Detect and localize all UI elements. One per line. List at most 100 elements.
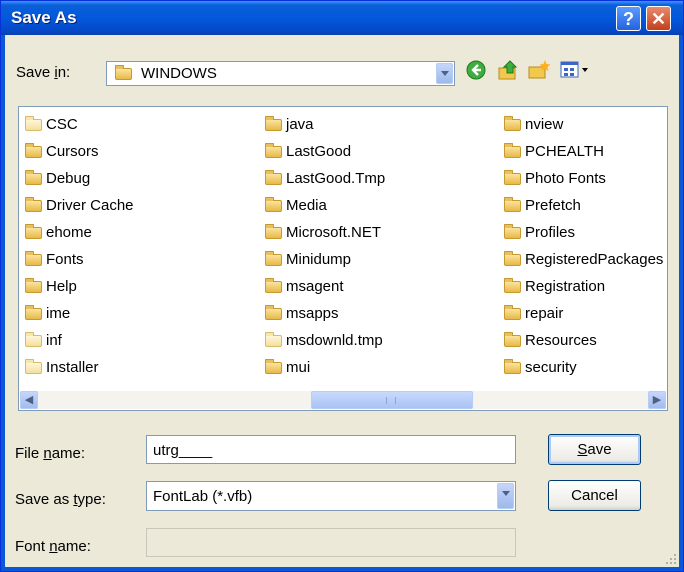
folder-icon	[265, 197, 282, 213]
folder-item[interactable]: LastGood.Tmp	[263, 165, 385, 192]
file-list[interactable]: CSC Cursors Debug Driver Cache ehome Fonts Hel…	[18, 106, 668, 411]
folder-name: Microsoft.NET	[286, 224, 382, 241]
folder-name: LastGood.Tmp	[286, 170, 386, 187]
folder-item[interactable]: Help	[23, 273, 134, 300]
folder-name: Fonts	[46, 251, 84, 268]
folder-name: msagent	[286, 278, 344, 295]
folder-name: Profiles	[525, 224, 576, 241]
folder-icon	[25, 305, 42, 321]
folder-icon	[504, 143, 521, 159]
folder-name: ime	[46, 305, 71, 322]
folder-name: Debug	[46, 170, 91, 187]
folder-item[interactable]: Resources	[502, 327, 663, 354]
window-title: Save As	[11, 8, 77, 27]
file-list-column: java LastGood LastGood.Tmp Media Microsoft.N…	[263, 111, 385, 381]
scroll-left-button[interactable]: ◀	[20, 391, 38, 409]
folder-item[interactable]: Microsoft.NET	[263, 219, 385, 246]
font-name-label: Font name:	[15, 538, 91, 555]
folder-icon	[115, 65, 132, 80]
folder-icon	[25, 170, 42, 186]
folder-icon	[25, 197, 42, 213]
save-as-type-label: Save as type:	[15, 491, 106, 508]
folder-name: security	[525, 359, 577, 376]
folder-item[interactable]: Installer	[23, 354, 134, 381]
save-in-label: Save in:	[16, 64, 71, 81]
folder-item[interactable]: msdownld.tmp	[263, 327, 385, 354]
folder-item[interactable]: java	[263, 111, 385, 138]
scroll-right-button[interactable]: ▶	[648, 391, 666, 409]
folder-item[interactable]: Cursors	[23, 138, 134, 165]
file-list-column: CSC Cursors Debug Driver Cache ehome Fonts Hel…	[23, 111, 134, 381]
folder-icon	[504, 305, 521, 321]
folder-icon	[265, 143, 282, 159]
folder-icon	[265, 170, 282, 186]
folder-name: Help	[46, 278, 77, 295]
folder-name: repair	[525, 305, 564, 322]
folder-icon	[265, 278, 282, 294]
folder-name: ehome	[46, 224, 92, 241]
folder-name: CSC	[46, 116, 78, 133]
save-in-value: WINDOWS	[141, 65, 217, 82]
folder-item[interactable]: Media	[263, 192, 385, 219]
folder-name: java	[286, 116, 314, 133]
scroll-thumb[interactable]	[311, 391, 473, 409]
folder-icon	[504, 116, 521, 132]
folder-item[interactable]: Profiles	[502, 219, 663, 246]
folder-name: LastGood	[286, 143, 352, 160]
folder-name: PCHEALTH	[525, 143, 604, 160]
folder-name: Installer	[46, 359, 99, 376]
folder-icon	[25, 359, 42, 375]
chevron-down-icon[interactable]	[497, 483, 514, 509]
folder-icon	[25, 251, 42, 267]
folder-item[interactable]: Registration	[502, 273, 663, 300]
file-name-input[interactable]: utrg____	[146, 435, 516, 464]
folder-item[interactable]: ehome	[23, 219, 134, 246]
title-bar[interactable]: Save As ? ✕	[1, 1, 683, 35]
folder-name: Registration	[525, 278, 606, 295]
folder-item[interactable]: LastGood	[263, 138, 385, 165]
folder-icon	[25, 332, 42, 348]
folder-icon	[265, 251, 282, 267]
horizontal-scrollbar[interactable]: ◀ ▶	[20, 391, 666, 409]
folder-item[interactable]: nview	[502, 111, 663, 138]
save-as-type-dropdown[interactable]: FontLab (*.vfb)	[146, 481, 516, 511]
up-folder-icon[interactable]	[497, 59, 521, 81]
save-button[interactable]: Save	[548, 434, 641, 465]
cancel-button[interactable]: Cancel	[548, 480, 641, 511]
folder-item[interactable]: msagent	[263, 273, 385, 300]
resize-grip-icon[interactable]	[665, 553, 677, 565]
folder-item[interactable]: msapps	[263, 300, 385, 327]
folder-item[interactable]: CSC	[23, 111, 134, 138]
folder-icon	[504, 332, 521, 348]
folder-item[interactable]: mui	[263, 354, 385, 381]
folder-item[interactable]: Debug	[23, 165, 134, 192]
folder-name: RegisteredPackages	[525, 251, 664, 268]
folder-icon	[504, 170, 521, 186]
save-in-dropdown[interactable]: WINDOWS	[106, 61, 455, 86]
folder-item[interactable]: security	[502, 354, 663, 381]
folder-icon	[265, 359, 282, 375]
folder-name: msapps	[286, 305, 339, 322]
help-button[interactable]: ?	[616, 6, 641, 31]
folder-name: mui	[286, 359, 311, 376]
folder-name: Resources	[525, 332, 597, 349]
folder-item[interactable]: Driver Cache	[23, 192, 134, 219]
views-menu-icon[interactable]	[559, 59, 591, 81]
font-name-input	[146, 528, 516, 557]
folder-item[interactable]: Minidump	[263, 246, 385, 273]
chevron-down-icon[interactable]	[436, 63, 453, 84]
folder-name: msdownld.tmp	[286, 332, 383, 349]
folder-item[interactable]: Photo Fonts	[502, 165, 663, 192]
folder-icon	[25, 143, 42, 159]
folder-item[interactable]: PCHEALTH	[502, 138, 663, 165]
folder-item[interactable]: ime	[23, 300, 134, 327]
folder-item[interactable]: inf	[23, 327, 134, 354]
back-icon[interactable]	[465, 59, 489, 81]
folder-icon	[25, 224, 42, 240]
close-button[interactable]: ✕	[646, 6, 671, 31]
folder-item[interactable]: Prefetch	[502, 192, 663, 219]
folder-item[interactable]: Fonts	[23, 246, 134, 273]
folder-item[interactable]: repair	[502, 300, 663, 327]
new-folder-icon[interactable]	[527, 59, 551, 81]
folder-item[interactable]: RegisteredPackages	[502, 246, 663, 273]
